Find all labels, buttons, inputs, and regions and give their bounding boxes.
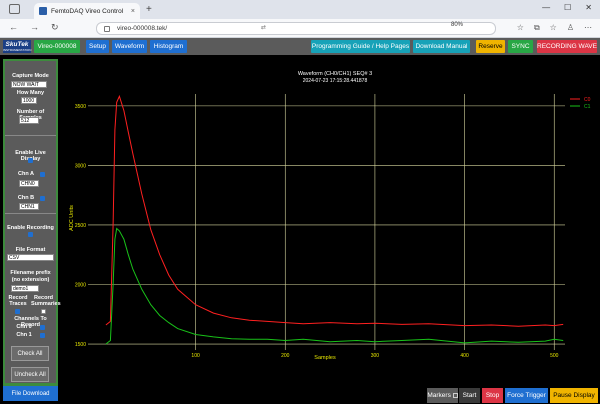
x-tick-label: 300: [371, 353, 380, 359]
x-tick-label: 400: [460, 353, 469, 359]
setup-button[interactable]: Setup: [86, 40, 109, 53]
series-line-c1: [105, 227, 564, 345]
lock-icon: [104, 26, 110, 32]
x-axis-label: Samples: [314, 355, 336, 361]
new-tab-button[interactable]: +: [146, 4, 152, 15]
reload-icon[interactable]: ↻: [51, 22, 59, 33]
skutek-logo: SkuTek INSTRUMENTATION: [3, 40, 32, 53]
filename-label: Filename prefix: [10, 270, 51, 276]
url-text: vireo-000008.tek/: [117, 25, 168, 32]
close-window-icon[interactable]: ✕: [585, 3, 592, 12]
x-tick-label: 200: [281, 353, 290, 359]
histogram-button[interactable]: Histogram: [150, 40, 187, 53]
chn1-label: Chn 1: [16, 332, 32, 338]
file-format-select[interactable]: CSV: [7, 254, 54, 261]
chart-title: Waveform (CH0/CH1) SEQ# 3: [298, 71, 372, 77]
reserve-button[interactable]: Reserve: [476, 40, 505, 53]
chart-subtitle: 2024-07-23 17:15:28.441878: [303, 78, 368, 84]
how-many-input[interactable]: 1000: [21, 97, 37, 104]
enable-recording-checkbox[interactable]: [28, 232, 33, 237]
filename-input[interactable]: demo1: [11, 285, 39, 292]
forward-icon[interactable]: →: [30, 22, 39, 32]
y-tick-label: 2000: [75, 283, 86, 289]
app-header: SkuTek INSTRUMENTATION Vireo-000008 Setu…: [0, 38, 600, 55]
site-info-icon[interactable]: ⇄: [261, 24, 266, 31]
legend-label: C1: [584, 104, 591, 110]
sidebar-divider: [5, 213, 56, 214]
chn1-checkbox[interactable]: [40, 333, 45, 338]
download-manual-button[interactable]: Download Manual: [413, 40, 470, 53]
how-many-label: How Many: [16, 90, 45, 96]
chn-a-label: Chn A: [18, 171, 34, 177]
star-icon[interactable]: ☆: [517, 23, 524, 33]
menu-icon[interactable]: ⋯: [584, 23, 592, 33]
y-tick-label: 3500: [75, 104, 86, 110]
split-screen-icon[interactable]: ⧉: [534, 23, 540, 33]
check-all-button[interactable]: Check All: [11, 346, 49, 361]
tab-title: FemtoDAQ Vireo Control: [51, 7, 124, 15]
control-sidebar: Capture Mode NOW WAIT How Many 1000 Numb…: [3, 59, 61, 400]
chn-b-checkbox[interactable]: [40, 196, 45, 201]
enable-recording-label: Enable Recording: [7, 225, 54, 231]
markers-toggle[interactable]: Markers: [427, 388, 458, 403]
uncheck-all-button[interactable]: Uncheck All: [11, 367, 49, 382]
waveform-plot[interactable]: Waveform (CH0/CH1) SEQ# 3 2024-07-23 17:…: [60, 58, 600, 386]
chn-a-select[interactable]: CHN0: [19, 180, 39, 187]
chn-b-select[interactable]: CHN1: [19, 203, 39, 210]
chn0-label: Chn 0: [16, 324, 32, 330]
tab-actions-icon[interactable]: [9, 4, 20, 14]
force-trigger-button[interactable]: Force Trigger: [505, 388, 548, 403]
device-button[interactable]: Vireo-000008: [34, 40, 80, 53]
favorites-icon[interactable]: ☆: [550, 23, 557, 33]
back-icon[interactable]: ←: [9, 22, 18, 32]
filename-sub-label: (no extension): [11, 277, 50, 283]
stop-button[interactable]: Stop: [482, 388, 503, 403]
zoom-level[interactable]: 80%: [451, 22, 463, 28]
record-traces-label: Record Traces: [8, 295, 28, 307]
y-tick-label: 3000: [75, 163, 86, 169]
markers-checkbox[interactable]: [452, 393, 458, 398]
sidebar-divider: [5, 135, 56, 136]
record-traces-checkbox[interactable]: [15, 309, 20, 314]
tab-close-icon[interactable]: ×: [131, 8, 135, 15]
sidebar-panel: Capture Mode NOW WAIT How Many 1000 Numb…: [5, 61, 61, 383]
chn0-checkbox[interactable]: [40, 325, 45, 330]
series-line-c0: [105, 94, 564, 327]
y-tick-label: 2500: [75, 223, 86, 229]
url-input[interactable]: vireo-000008.tek/ ⇄: [96, 22, 496, 35]
address-bar-row: ← → ↻ vireo-000008.tek/ ⇄ 80% ☆ ⧉ ☆ ♙ ⋯: [0, 19, 600, 38]
maximize-icon[interactable]: ☐: [564, 3, 571, 12]
x-tick-label: 100: [191, 353, 200, 359]
recording-wave-button[interactable]: RECORDING WAVE: [537, 40, 597, 53]
chn-b-label: Chn B: [17, 195, 35, 201]
num-samples-select[interactable]: 512: [19, 117, 39, 124]
favicon-icon: [39, 7, 47, 15]
sync-button[interactable]: SYNC: [508, 40, 533, 53]
pause-display-button[interactable]: Pause Display: [550, 388, 598, 403]
x-tick-label: 500: [550, 353, 559, 359]
record-summaries-label: Record Summaries: [31, 295, 61, 307]
y-tick-label: 1500: [75, 342, 86, 348]
enable-live-checkbox[interactable]: [28, 158, 33, 163]
legend-label: C0: [584, 97, 591, 103]
programming-guide-button[interactable]: Programming Guide / Help Pages: [311, 40, 410, 53]
start-button[interactable]: Start: [459, 388, 480, 403]
browser-tab[interactable]: FemtoDAQ Vireo Control ×: [34, 3, 140, 19]
capture-mode-select[interactable]: NOW WAIT: [11, 81, 47, 88]
file-format-label: File Format: [15, 247, 46, 253]
record-summaries-checkbox[interactable]: [41, 309, 46, 314]
file-download-button[interactable]: File Download: [3, 386, 58, 401]
chn-a-checkbox[interactable]: [40, 172, 45, 177]
browser-tab-bar: FemtoDAQ Vireo Control × + — ☐ ✕: [0, 0, 600, 19]
capture-mode-label: Capture Mode: [12, 73, 49, 79]
minimize-icon[interactable]: —: [542, 3, 550, 12]
waveform-button[interactable]: Waveform: [112, 40, 147, 53]
profile-icon[interactable]: ♙: [567, 23, 574, 33]
